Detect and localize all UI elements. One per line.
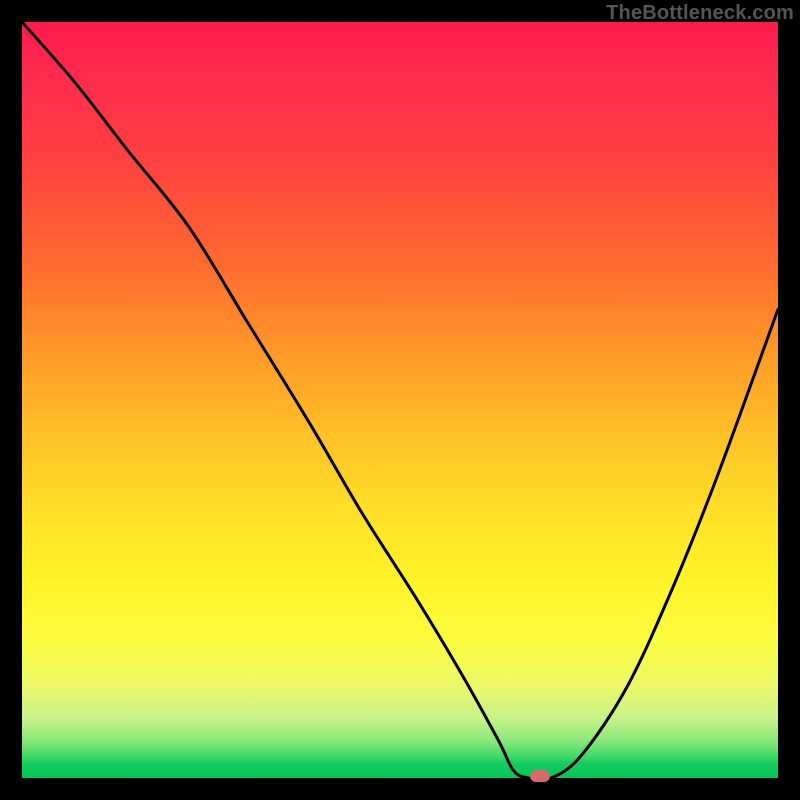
plot-area <box>22 22 778 778</box>
optimal-marker <box>530 770 550 782</box>
watermark-text: TheBottleneck.com <box>606 2 794 25</box>
bottleneck-curve <box>22 22 778 778</box>
chart-frame: TheBottleneck.com <box>0 0 800 800</box>
